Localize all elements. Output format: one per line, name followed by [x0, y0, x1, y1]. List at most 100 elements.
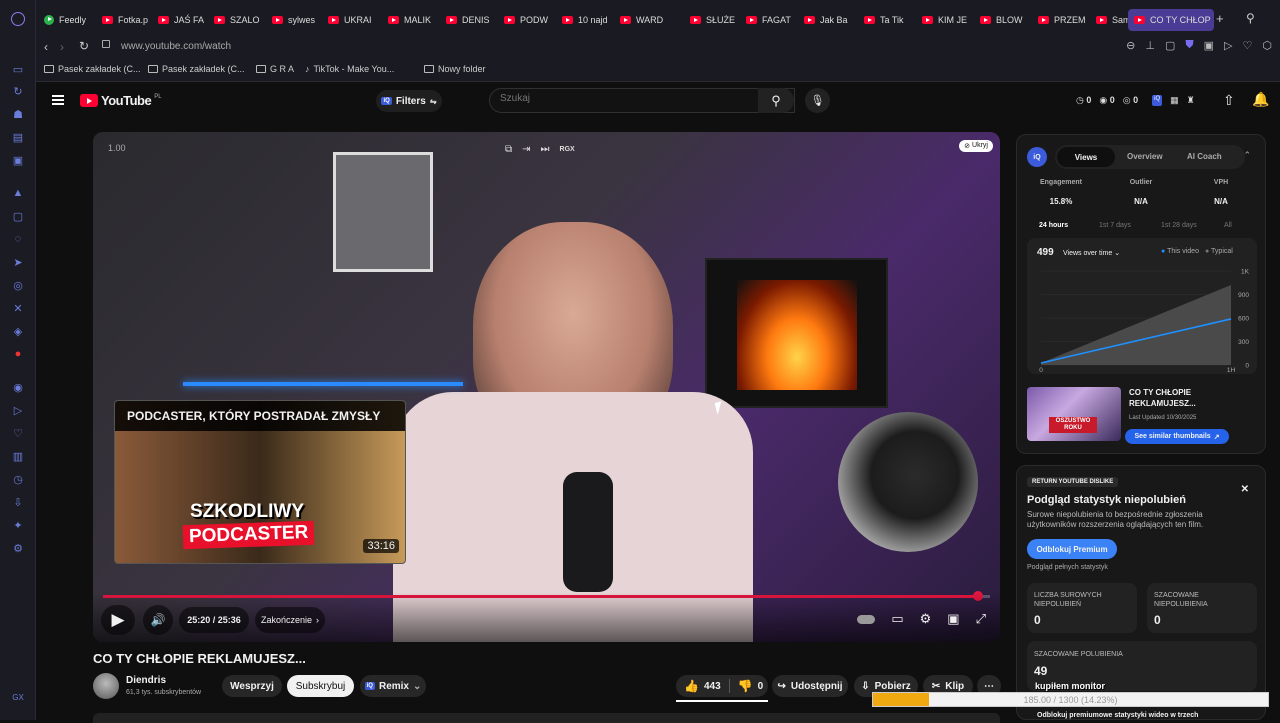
youtube-logo[interactable]: YouTube PL — [80, 93, 162, 108]
tab-12[interactable]: FAGAT — [744, 9, 796, 31]
tab-overview[interactable]: Overview — [1127, 152, 1163, 161]
skip-icon[interactable]: ⏭ — [541, 144, 550, 155]
enter-icon[interactable]: ⇥ — [522, 144, 530, 155]
tab-6[interactable]: MALIK — [386, 9, 438, 31]
subscribe-button[interactable]: Subskrybuj — [287, 675, 354, 697]
remix-button[interactable]: iQ Remix ⌄ — [360, 675, 426, 697]
tab-search-icon[interactable]: ⚲ — [1246, 11, 1255, 25]
tab-13[interactable]: Jak Ba — [802, 9, 854, 31]
collapse-icon[interactable]: ⌃ — [1243, 150, 1251, 161]
new-tab-button[interactable]: + — [1216, 11, 1224, 26]
tab-ai-coach[interactable]: AI Coach — [1187, 152, 1222, 161]
voice-search-button[interactable]: 🎙 — [805, 88, 830, 113]
search-button[interactable]: ⚲ — [758, 88, 794, 113]
range-tab-1[interactable]: 1st 7 days — [1099, 222, 1131, 229]
mute-button[interactable]: 🔊 — [143, 605, 173, 635]
menu-icon[interactable] — [52, 95, 64, 105]
messenger-icon[interactable]: ◌ — [11, 232, 25, 246]
vpn-icon[interactable]: ⛊ — [1185, 39, 1193, 52]
pin-icon[interactable]: ⊥ — [1145, 39, 1155, 52]
tab-11[interactable]: SŁUŻE — [688, 9, 740, 31]
zoom-icon[interactable]: ⊖ — [1126, 39, 1135, 52]
telegram-icon[interactable]: ➤ — [11, 255, 25, 269]
autoplay-toggle[interactable] — [857, 614, 876, 624]
reload-icon[interactable]: ↻ — [79, 39, 89, 53]
range-tab-2[interactable]: 1st 28 days — [1161, 222, 1197, 229]
video-player[interactable]: 1.00 ⧉ ⇥ ⏭ RGX ⊘ Ukryj PODCASTER, KTÓRY P… — [93, 132, 1000, 642]
range-tab-0[interactable]: 24 hours — [1039, 222, 1068, 229]
fullscreen-icon[interactable]: ⤢ — [976, 611, 986, 627]
tab-4[interactable]: sylwes — [270, 9, 322, 31]
bookmark-1[interactable]: Pasek zakładek (C... — [148, 64, 245, 74]
search-input[interactable] — [500, 93, 720, 104]
like-icon[interactable]: 👍 — [684, 679, 699, 693]
settings-gear-icon[interactable]: ⚙ — [920, 611, 932, 627]
rgx-label[interactable]: RGX — [560, 146, 575, 155]
extensions-icon[interactable]: ✦ — [11, 518, 25, 532]
bookmark-4[interactable]: Nowy folder — [424, 64, 486, 74]
back-icon[interactable]: ‹ — [44, 40, 48, 54]
tab-7[interactable]: DENIS — [444, 9, 496, 31]
channel-name[interactable]: Diendris — [126, 675, 166, 686]
thumbnail-preview[interactable]: OSZUSTWO ROKU — [1027, 387, 1121, 441]
tab-9[interactable]: 10 najd — [560, 9, 612, 31]
twitch-icon[interactable]: ▢ — [11, 209, 25, 223]
chapter-button[interactable]: Zakończenie › — [255, 607, 325, 633]
camera-icon[interactable]: ▣ — [1204, 39, 1214, 52]
similar-thumbnails-button[interactable]: See similar thumbnails ↗ — [1125, 429, 1229, 444]
player-icon[interactable]: ▷ — [11, 403, 25, 417]
trophy-icon[interactable]: ♜ — [1187, 95, 1195, 106]
range-tab-3[interactable]: All — [1224, 222, 1232, 229]
send-icon[interactable]: ▷ — [1224, 39, 1232, 52]
subtitles-icon[interactable]: ▭ — [891, 611, 903, 627]
close-icon[interactable]: ✕ — [1241, 484, 1249, 495]
wallet-icon[interactable]: ▥ — [11, 449, 25, 463]
spotify-icon[interactable]: ◉ — [11, 380, 25, 394]
channel-avatar[interactable] — [93, 673, 119, 699]
favorite-icon[interactable]: ♡ — [1243, 39, 1253, 52]
tabs-icon[interactable]: ▭ — [11, 62, 25, 76]
share-button[interactable]: ↪ Udostępnij — [772, 675, 848, 697]
tab-16[interactable]: BLOW — [978, 9, 1030, 31]
search-box[interactable] — [489, 88, 795, 113]
snapshot-icon[interactable]: ▢ — [1165, 39, 1175, 52]
settings-icon[interactable]: ⚙ — [11, 541, 25, 555]
tab-10[interactable]: WARD — [618, 9, 670, 31]
tab-17[interactable]: PRZEM — [1036, 9, 1088, 31]
tab-1[interactable]: Fotka.p — [100, 9, 152, 31]
tab-5[interactable]: UKRAI — [326, 9, 378, 31]
bookmark-3[interactable]: ♪ TikTok - Make You... — [305, 64, 394, 74]
hide-button[interactable]: ⊘ Ukryj — [959, 140, 993, 152]
tab-views[interactable]: Views — [1057, 147, 1115, 167]
download-icon[interactable]: ⇩ — [11, 495, 25, 509]
tab-2[interactable]: JAŚ FA — [156, 9, 208, 31]
bell-icon[interactable]: 🔔 — [1252, 91, 1269, 108]
tab-0[interactable]: Feedly — [42, 9, 94, 31]
copy-icon[interactable]: ⧉ — [505, 144, 512, 155]
tab-3[interactable]: SZALO — [212, 9, 264, 31]
news-icon[interactable]: ▤ — [11, 130, 25, 144]
grid-icon[interactable]: ▦ — [1170, 95, 1179, 106]
url-field[interactable]: www.youtube.com/watch — [121, 41, 231, 52]
forward-icon[interactable]: › — [60, 40, 64, 54]
tab-19[interactable]: CO TY CHŁOP — [1128, 9, 1214, 31]
bookmark-2[interactable]: G R A — [256, 64, 294, 74]
opera-logo-icon[interactable] — [11, 12, 25, 26]
bookmark-0[interactable]: Pasek zakładek (C... — [44, 64, 141, 74]
play-button[interactable]: ▶ — [101, 605, 135, 635]
vidiq-badge-icon[interactable]: iQ — [1152, 95, 1163, 106]
miniplayer-icon[interactable]: ▣ — [947, 611, 959, 627]
x-icon[interactable]: ✕ — [11, 301, 25, 315]
instagram-icon[interactable]: ◎ — [11, 278, 25, 292]
unlock-premium-button[interactable]: Odblokuj Premium — [1027, 539, 1117, 559]
discord-icon[interactable]: ◈ — [11, 324, 25, 338]
tab-8[interactable]: PODW — [502, 9, 554, 31]
tab-15[interactable]: KIM JE — [920, 9, 972, 31]
refresh-icon[interactable]: ↻ — [11, 84, 25, 98]
upload-icon[interactable]: ⇧ — [1223, 92, 1235, 109]
ublock-icon[interactable]: ● — [11, 347, 25, 361]
dislike-icon[interactable]: 👎 — [738, 679, 753, 693]
aria-icon[interactable]: ▲ — [11, 186, 25, 200]
bot-icon[interactable]: ☗ — [11, 107, 25, 121]
tab-14[interactable]: Ta Tik — [862, 9, 914, 31]
